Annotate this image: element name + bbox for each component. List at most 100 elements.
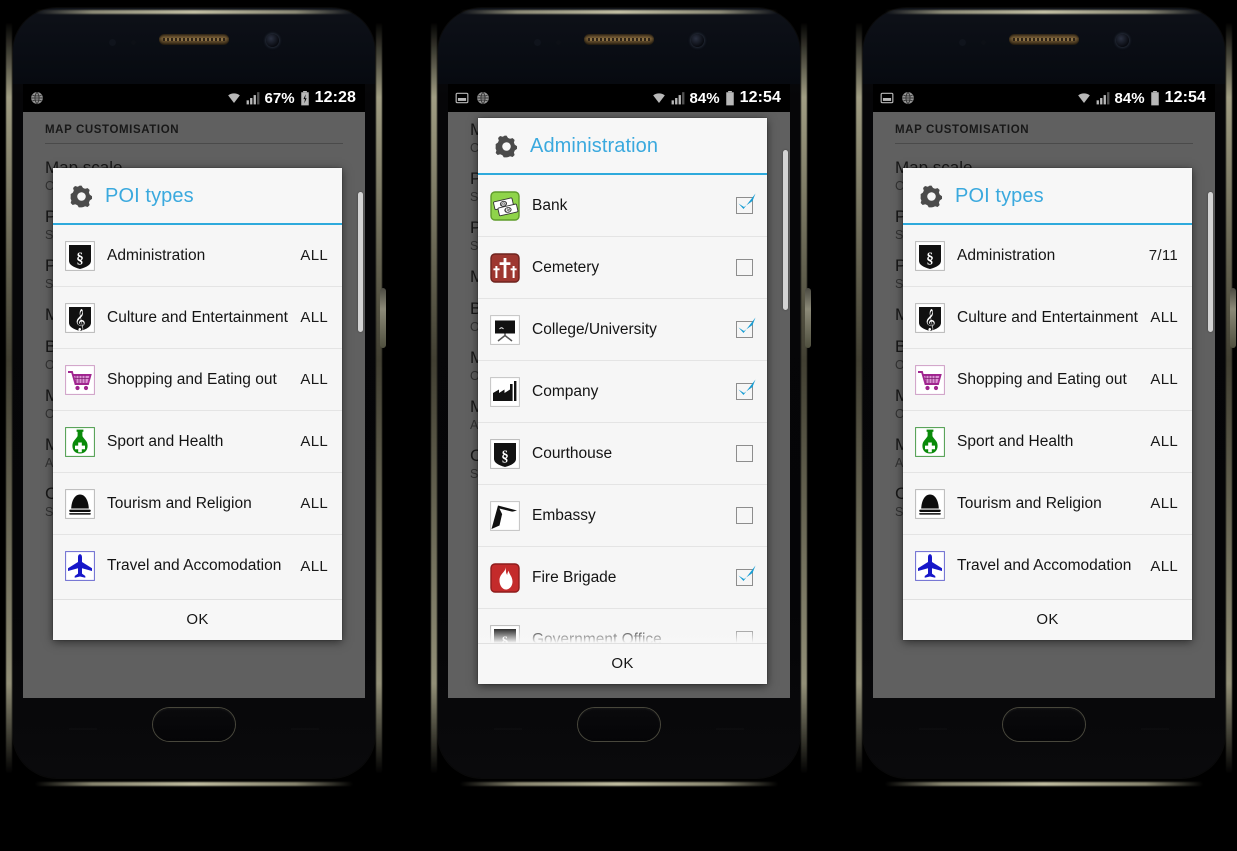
bank-icon: 100 100 bbox=[490, 190, 520, 221]
dialog-list[interactable]: § Administration 7/11 𝄞 Culture and Enterta… bbox=[903, 225, 1192, 599]
svg-text:§: § bbox=[501, 449, 509, 465]
signal-bars-icon bbox=[1096, 91, 1110, 105]
home-button[interactable] bbox=[1003, 708, 1085, 741]
list-item-checkbox[interactable] bbox=[736, 317, 756, 338]
dialog-title: POI types bbox=[105, 185, 194, 207]
ok-button[interactable]: OK bbox=[53, 611, 342, 628]
list-item[interactable]: Travel and Accomodation ALL bbox=[53, 535, 342, 597]
company-icon bbox=[490, 376, 520, 407]
battery-icon bbox=[300, 90, 310, 106]
proximity-sensor bbox=[534, 39, 541, 46]
administration-icon: § bbox=[915, 240, 945, 271]
administration-icon: § bbox=[65, 240, 95, 271]
list-item[interactable]: Cemetery bbox=[478, 237, 767, 299]
svg-text:§: § bbox=[76, 251, 84, 267]
list-item-label: Travel and Accomodation bbox=[957, 557, 1132, 575]
list-item-label: Company bbox=[532, 382, 599, 400]
power-button[interactable] bbox=[380, 288, 386, 348]
list-item-checkbox[interactable] bbox=[736, 445, 753, 462]
battery-percent: 84% bbox=[689, 89, 720, 107]
travel-icon bbox=[915, 551, 945, 581]
wifi-icon bbox=[652, 91, 666, 105]
front-camera bbox=[691, 34, 704, 47]
list-item-checkbox[interactable] bbox=[736, 379, 756, 400]
globe-icon bbox=[901, 91, 915, 105]
list-item[interactable]: Travel and Accomodation ALL bbox=[903, 535, 1192, 597]
battery-percent: 67% bbox=[264, 89, 295, 107]
list-item-checkbox[interactable] bbox=[736, 631, 753, 643]
list-item-label: Shopping and Eating out bbox=[957, 370, 1127, 388]
list-item[interactable]: § Administration 7/11 bbox=[903, 225, 1192, 287]
dialog-header: POI types bbox=[53, 168, 342, 225]
back-key[interactable] bbox=[291, 728, 319, 730]
list-item[interactable]: 𝄞 Culture and Entertainment ALL bbox=[903, 287, 1192, 349]
status-bar-clock: 12:54 bbox=[739, 89, 781, 106]
phone-top-bezel bbox=[13, 8, 375, 84]
list-item-label: Tourism and Religion bbox=[957, 494, 1102, 512]
list-item[interactable]: 𝄞 Culture and Entertainment ALL bbox=[53, 287, 342, 349]
back-key[interactable] bbox=[1141, 728, 1169, 730]
list-item[interactable]: § Government Office bbox=[478, 609, 767, 643]
status-bar: 67% 12:28 bbox=[23, 84, 365, 112]
list-item[interactable]: § Administration ALL bbox=[53, 225, 342, 287]
list-item[interactable]: § Courthouse bbox=[478, 423, 767, 485]
list-item[interactable]: Shopping and Eating out ALL bbox=[53, 349, 342, 411]
list-item[interactable]: Tourism and Religion ALL bbox=[53, 473, 342, 535]
list-item[interactable]: Sport and Health ALL bbox=[53, 411, 342, 473]
phone-top-bezel bbox=[863, 8, 1225, 84]
status-bar: 84% 12:54 bbox=[448, 84, 790, 112]
bezel-highlight-top bbox=[35, 10, 353, 14]
list-item-value: ALL bbox=[1150, 433, 1178, 450]
list-item[interactable]: Shopping and Eating out ALL bbox=[903, 349, 1192, 411]
power-button[interactable] bbox=[805, 288, 811, 348]
list-item[interactable]: Tourism and Religion ALL bbox=[903, 473, 1192, 535]
home-button[interactable] bbox=[153, 708, 235, 741]
dialog-list[interactable]: § Administration ALL 𝄞 Culture and Entertai… bbox=[53, 225, 342, 599]
back-key[interactable] bbox=[716, 728, 744, 730]
list-item-checkbox[interactable] bbox=[736, 507, 753, 524]
front-camera bbox=[1116, 34, 1129, 47]
list-item-checkbox[interactable] bbox=[736, 259, 753, 276]
list-item-checkbox[interactable] bbox=[736, 193, 756, 214]
list-item[interactable]: Company bbox=[478, 361, 767, 423]
list-item[interactable]: Embassy bbox=[478, 485, 767, 547]
fire-brigade-icon bbox=[490, 562, 520, 593]
list-item-checkbox[interactable] bbox=[736, 565, 756, 586]
globe-icon bbox=[30, 91, 44, 105]
wifi-icon bbox=[1077, 91, 1091, 105]
ok-button[interactable]: OK bbox=[903, 611, 1192, 628]
poi-dialog: POI types § Administration 7/11 𝄞 Culture a… bbox=[903, 168, 1192, 640]
dialog-header: POI types bbox=[903, 168, 1192, 225]
power-button[interactable] bbox=[1230, 288, 1236, 348]
college-icon bbox=[490, 314, 520, 345]
list-item[interactable]: College/University bbox=[478, 299, 767, 361]
list-item-label: Culture and Entertainment bbox=[107, 308, 288, 326]
dialog-list[interactable]: 100 100 Bank Cemetery College/University bbox=[478, 175, 767, 643]
recents-key[interactable] bbox=[494, 728, 522, 730]
recents-key[interactable] bbox=[69, 728, 97, 730]
list-item[interactable]: Sport and Health ALL bbox=[903, 411, 1192, 473]
government-office-icon: § bbox=[490, 624, 520, 643]
dialog-footer: OK bbox=[478, 643, 767, 684]
list-item-label: Bank bbox=[532, 196, 568, 214]
earpiece-speaker bbox=[159, 34, 229, 45]
list-item[interactable]: 100 100 Bank bbox=[478, 175, 767, 237]
phone-frame-2: 84% 12:54Map scaleCompactPOI typesShow p… bbox=[430, 8, 811, 788]
proximity-sensor bbox=[959, 39, 966, 46]
travel-icon bbox=[65, 551, 95, 581]
recents-key[interactable] bbox=[919, 728, 947, 730]
ok-button[interactable]: OK bbox=[478, 655, 767, 672]
status-bar-notifications bbox=[880, 91, 915, 105]
status-bar-notifications bbox=[30, 91, 44, 105]
bezel-highlight-right bbox=[801, 22, 807, 774]
gear-icon bbox=[919, 184, 944, 209]
bezel-highlight-top bbox=[885, 10, 1203, 14]
list-item-value: ALL bbox=[1150, 557, 1178, 575]
list-item-label: Administration bbox=[957, 246, 1056, 264]
list-item[interactable]: Fire Brigade bbox=[478, 547, 767, 609]
bezel-highlight-top bbox=[460, 10, 778, 14]
home-button[interactable] bbox=[578, 708, 660, 741]
dialog-title: POI types bbox=[955, 185, 1044, 207]
phone-top-bezel bbox=[438, 8, 800, 84]
globe-icon bbox=[476, 91, 490, 105]
